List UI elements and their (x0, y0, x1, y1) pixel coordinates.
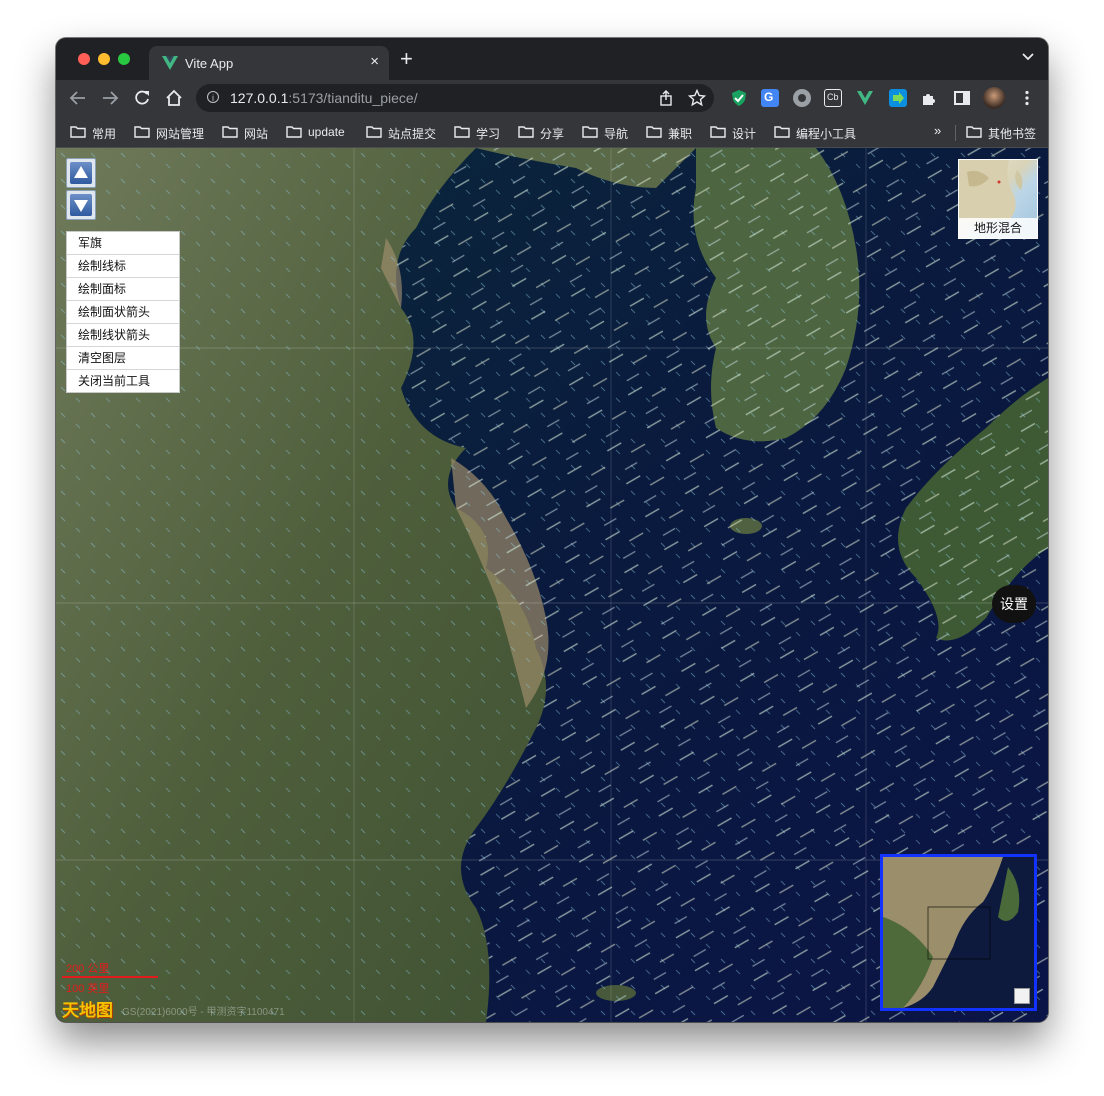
bookmarks-overflow-button[interactable]: » (934, 123, 941, 138)
zoom-out-button[interactable] (66, 190, 96, 220)
folder-icon (966, 126, 982, 138)
tab-close-icon[interactable]: × (370, 53, 379, 70)
forward-arrow-icon[interactable] (100, 88, 120, 108)
folder-icon (518, 126, 534, 138)
side-panel-icon[interactable] (953, 89, 971, 107)
folder-icon (286, 126, 302, 138)
map-viewport[interactable]: 军旗 绘制线标 绘制面标 绘制面状箭头 绘制线状箭头 清空图层 关闭当前工具 地… (56, 148, 1048, 1022)
toolbar: i 127.0.0.1:5173/tianditu_piece/ G Cb (56, 80, 1048, 116)
address-bar[interactable]: i 127.0.0.1:5173/tianditu_piece/ (196, 84, 714, 112)
close-window-button[interactable] (78, 53, 90, 65)
vue-logo-icon (162, 56, 178, 70)
folder-icon (454, 126, 470, 138)
folder-icon (710, 126, 726, 138)
menu-item-draw-polygon-marker[interactable]: 绘制面标 (67, 278, 179, 301)
bookmarks-bar: 常用 网站管理 网站 update 站点提交 学习 分享 导航 兼职 设计 编程… (56, 116, 1048, 148)
map-type-label: 地形混合 (959, 218, 1037, 238)
overview-map[interactable] (880, 854, 1037, 1011)
maximize-window-button[interactable] (118, 53, 130, 65)
more-menu-icon[interactable] (1018, 89, 1036, 107)
chevron-down-icon[interactable] (1022, 52, 1034, 62)
arrow-extension-icon[interactable] (889, 89, 907, 107)
overview-toggle-button[interactable] (1014, 988, 1030, 1004)
scale-mile-label: 100 英里 (66, 983, 110, 995)
folder-icon (646, 126, 662, 138)
folder-icon (222, 126, 238, 138)
browser-window: Vite App × + i 127.0.0.1:5173/tianditu_p… (56, 38, 1048, 1022)
site-info-icon[interactable]: i (207, 91, 219, 103)
circle-extension-icon[interactable] (793, 89, 811, 107)
back-arrow-icon[interactable] (68, 88, 88, 108)
home-icon[interactable] (164, 88, 184, 108)
tianditu-logo: 天地图 (62, 1001, 113, 1021)
new-tab-button[interactable]: + (400, 48, 413, 70)
menu-item-draw-line-arrow[interactable]: 绘制线状箭头 (67, 324, 179, 347)
bookmark-star-icon[interactable] (688, 89, 706, 107)
reload-icon[interactable] (132, 88, 152, 108)
scale-bar: 200 公里 100 英里 (62, 958, 162, 998)
menu-item-clear-layer[interactable]: 清空图层 (67, 347, 179, 370)
map-copyright: GS(2021)6000号 - 甲测资字1100471 (122, 1007, 285, 1018)
menu-item-close-tool[interactable]: 关闭当前工具 (67, 370, 179, 392)
scale-km-label: 200 公里 (66, 963, 110, 975)
minimize-window-button[interactable] (98, 53, 110, 65)
folder-icon (70, 126, 86, 138)
translate-extension-icon[interactable]: G (761, 89, 779, 107)
plot-tools-menu: 军旗 绘制线标 绘制面标 绘制面状箭头 绘制线状箭头 清空图层 关闭当前工具 (66, 231, 180, 393)
menu-item-military-flag[interactable]: 军旗 (67, 232, 179, 255)
map-type-switcher[interactable]: 地形混合 (958, 159, 1038, 239)
folder-icon (774, 126, 790, 138)
settings-button[interactable]: 设置 (992, 585, 1036, 623)
share-icon[interactable] (658, 90, 674, 106)
terrain-thumbnail (959, 160, 1023, 220)
profile-avatar[interactable] (983, 87, 1005, 109)
tab-vite-app[interactable]: Vite App × (149, 46, 389, 80)
zoom-out-arrow-down-icon (74, 200, 88, 212)
zoom-in-arrow-up-icon (74, 166, 88, 178)
folder-icon (582, 126, 598, 138)
folder-icon (134, 126, 150, 138)
cb-extension-icon[interactable]: Cb (824, 89, 842, 107)
menu-item-draw-line-marker[interactable]: 绘制线标 (67, 255, 179, 278)
bookmarks-divider (955, 125, 956, 141)
overview-map-image (883, 857, 1034, 1008)
scale-line (62, 976, 158, 978)
puzzle-extensions-icon[interactable] (920, 89, 938, 107)
folder-icon (366, 126, 382, 138)
menu-item-draw-polygon-arrow[interactable]: 绘制面状箭头 (67, 301, 179, 324)
vue-devtools-icon[interactable] (856, 89, 874, 107)
tab-strip: Vite App × + (56, 38, 1048, 80)
zoom-in-button[interactable] (66, 158, 96, 188)
shield-extension-icon[interactable] (730, 89, 748, 107)
url-text[interactable]: 127.0.0.1:5173/tianditu_piece/ (230, 90, 418, 106)
tab-title: Vite App (185, 56, 234, 71)
